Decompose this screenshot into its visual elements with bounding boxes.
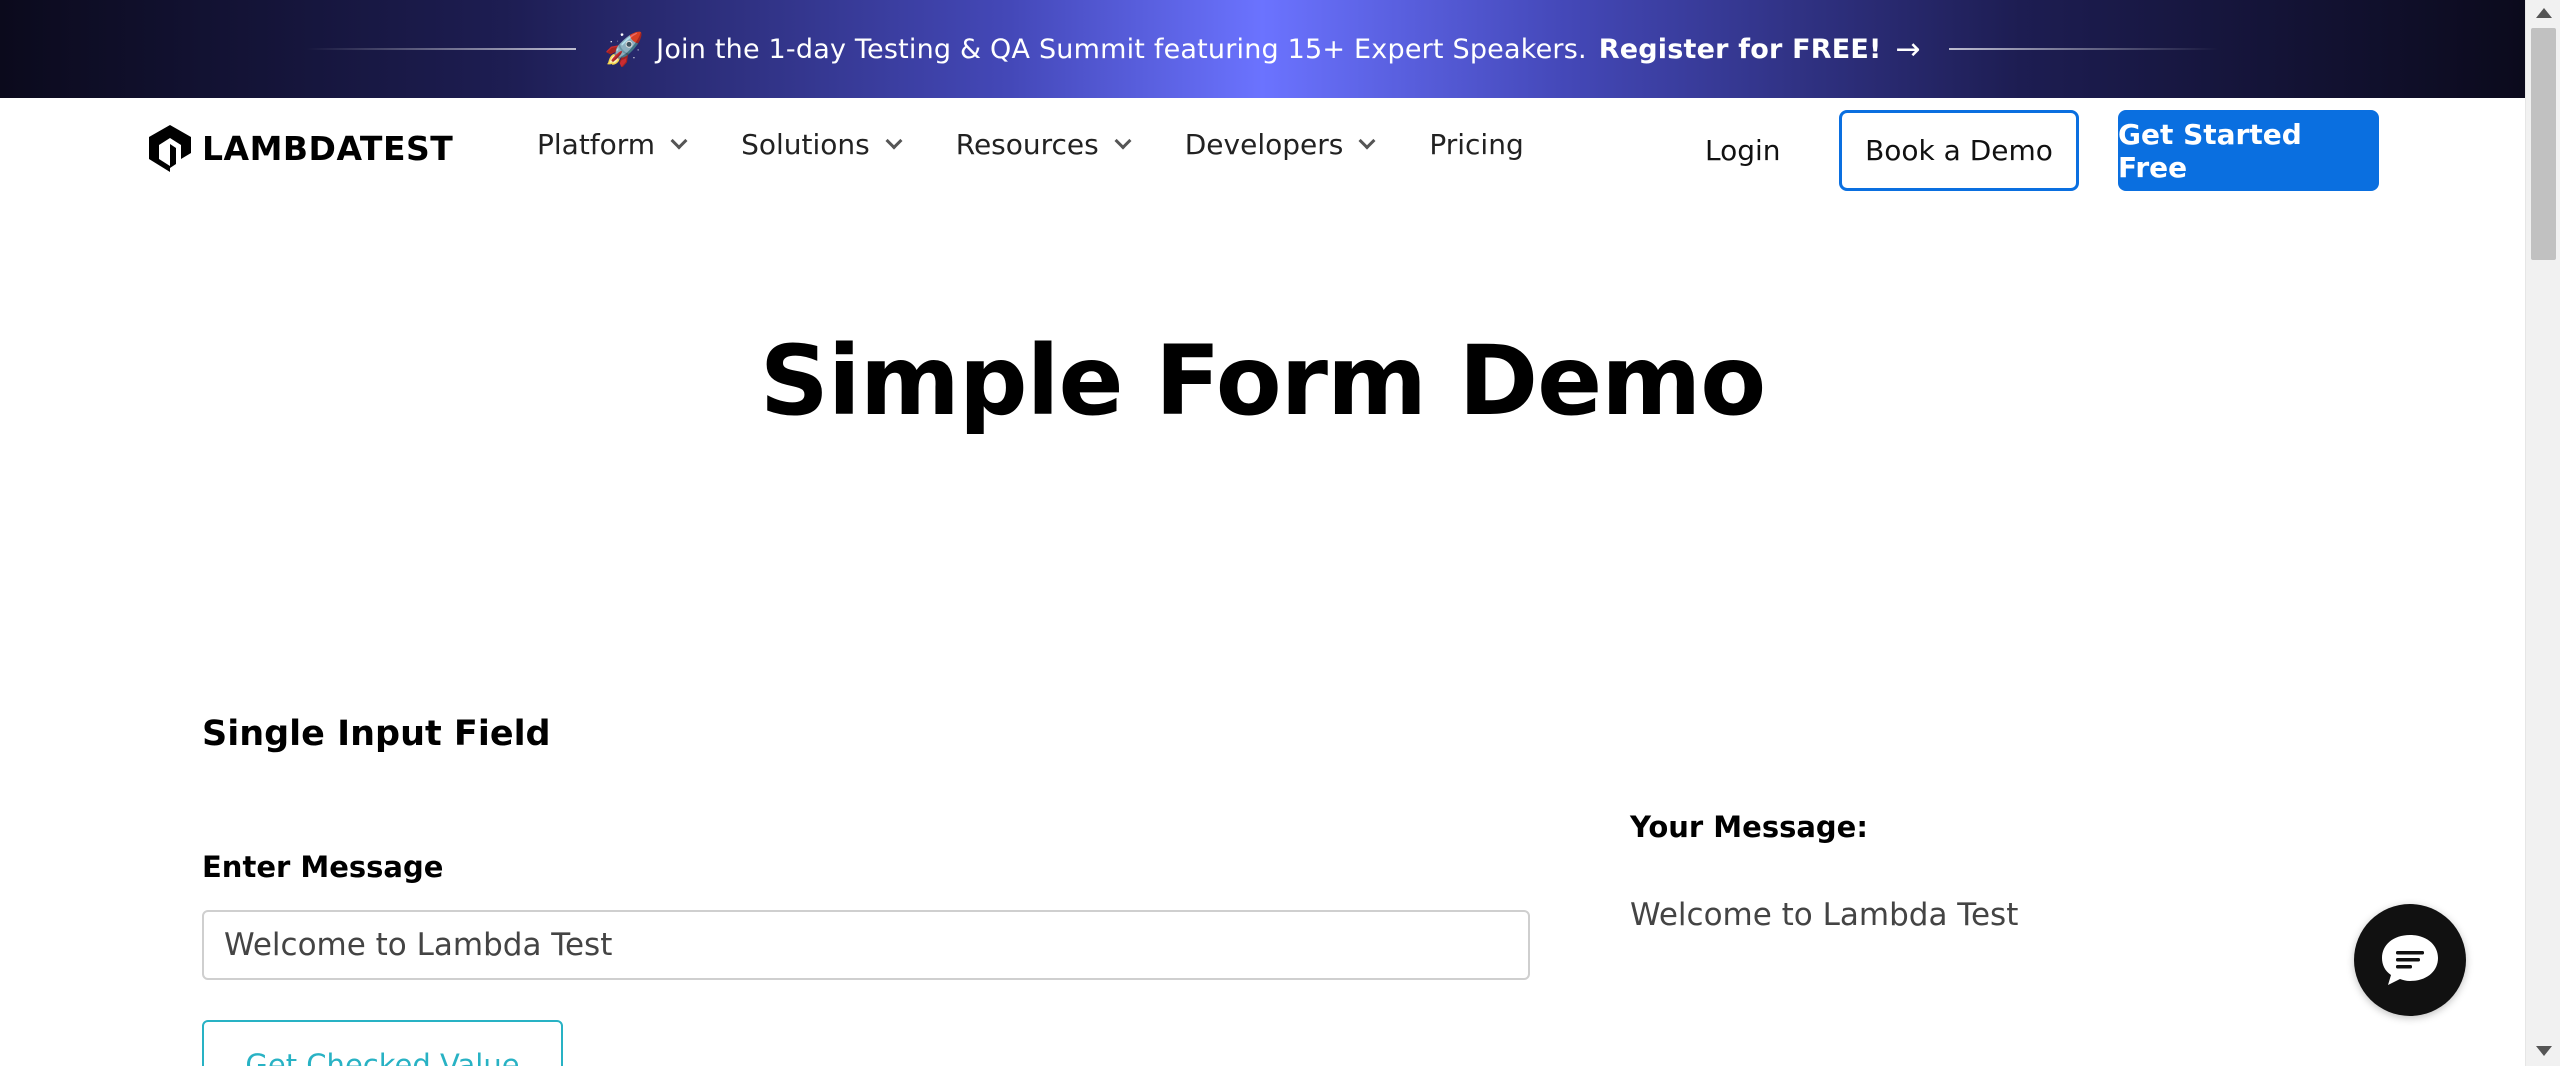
nav-developers-label: Developers bbox=[1184, 128, 1344, 161]
main-nav: Platform Solutions Resources Developers … bbox=[537, 128, 1580, 161]
chevron-down-icon bbox=[670, 132, 688, 149]
get-checked-value-button[interactable]: Get Checked Value bbox=[202, 1020, 563, 1066]
nav-platform[interactable]: Platform bbox=[537, 128, 688, 161]
banner-cta[interactable]: Register for FREE! bbox=[1599, 34, 1882, 65]
chevron-down-icon bbox=[885, 132, 903, 149]
lambdatest-logo-icon bbox=[149, 125, 191, 172]
your-message-label: Your Message: bbox=[1630, 810, 1868, 844]
chat-button[interactable] bbox=[2354, 904, 2466, 1016]
vertical-scrollbar[interactable] bbox=[2525, 0, 2560, 1066]
lambdatest-logo[interactable]: LAMBDATEST bbox=[146, 122, 453, 174]
chevron-down-icon bbox=[1358, 132, 1376, 149]
logo-text: LAMBDATEST bbox=[202, 128, 454, 168]
nav-pricing-label: Pricing bbox=[1429, 128, 1524, 161]
banner-divider-right bbox=[1948, 48, 2219, 50]
login-link[interactable]: Login bbox=[1705, 134, 1781, 167]
message-input[interactable] bbox=[202, 910, 1530, 980]
your-message-output: Welcome to Lambda Test bbox=[1630, 897, 2019, 933]
nav-resources[interactable]: Resources bbox=[955, 128, 1132, 161]
arrow-right-icon: → bbox=[1895, 31, 1921, 67]
rocket-icon: 🚀 bbox=[604, 30, 645, 68]
nav-platform-label: Platform bbox=[537, 128, 656, 161]
enter-message-label: Enter Message bbox=[202, 850, 444, 884]
banner-divider-left bbox=[306, 48, 577, 50]
promo-banner[interactable]: 🚀 Join the 1-day Testing & QA Summit fea… bbox=[0, 0, 2525, 98]
nav-developers[interactable]: Developers bbox=[1184, 128, 1376, 161]
get-started-button[interactable]: Get Started Free bbox=[2118, 110, 2379, 191]
section-title: Single Input Field bbox=[202, 714, 551, 754]
nav-resources-label: Resources bbox=[955, 128, 1099, 161]
chat-bubble-icon bbox=[2382, 935, 2438, 985]
nav-solutions[interactable]: Solutions bbox=[741, 128, 903, 161]
scroll-thumb[interactable] bbox=[2531, 28, 2556, 260]
banner-content[interactable]: 🚀 Join the 1-day Testing & QA Summit fea… bbox=[604, 30, 1921, 68]
scroll-up-icon[interactable] bbox=[2536, 8, 2552, 18]
nav-solutions-label: Solutions bbox=[741, 128, 870, 161]
nav-pricing[interactable]: Pricing bbox=[1429, 128, 1523, 161]
site-header: LAMBDATEST Platform Solutions Resources … bbox=[0, 98, 2525, 202]
book-demo-button[interactable]: Book a Demo bbox=[1839, 110, 2079, 191]
chevron-down-icon bbox=[1114, 132, 1132, 149]
page-title: Simple Form Demo bbox=[759, 325, 1766, 437]
scroll-down-icon[interactable] bbox=[2536, 1046, 2552, 1056]
banner-text: Join the 1-day Testing & QA Summit featu… bbox=[656, 33, 1587, 65]
